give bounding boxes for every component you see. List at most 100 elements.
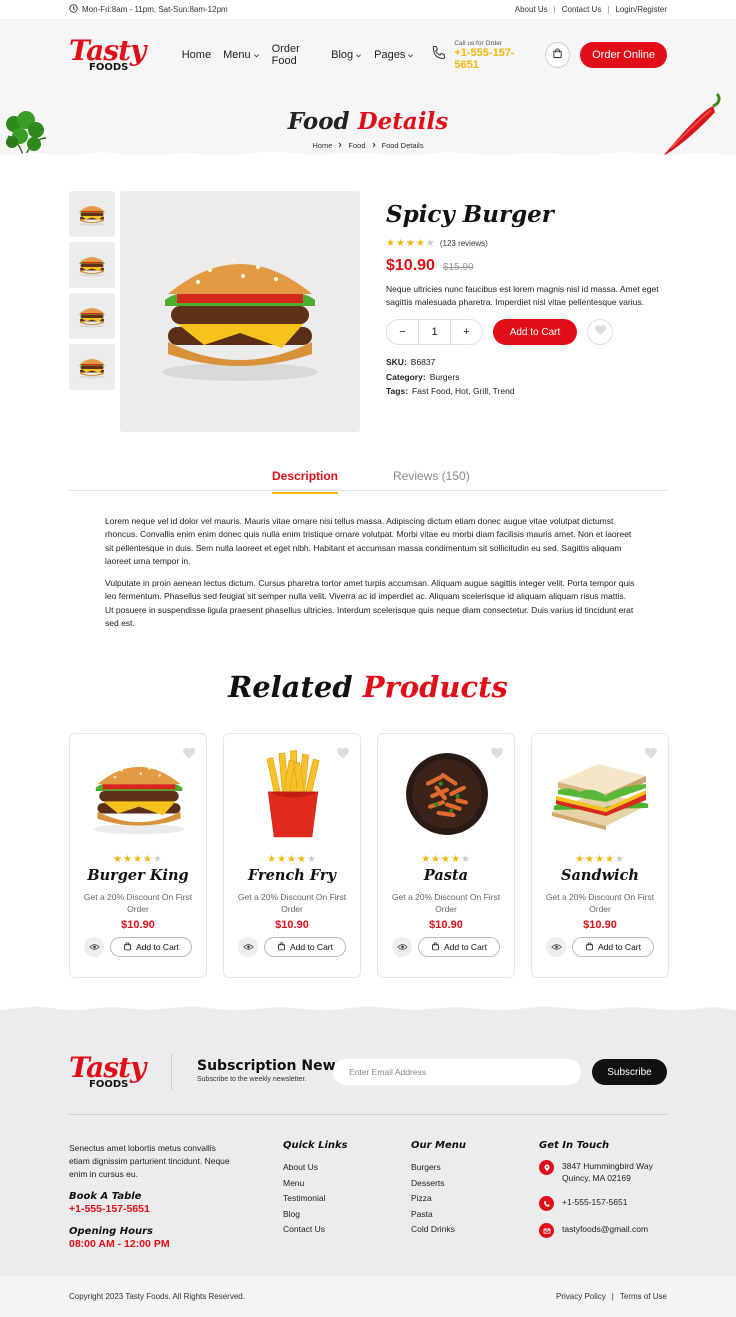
- quick-link-about[interactable]: About Us: [283, 1160, 348, 1176]
- quick-link-contact[interactable]: Contact Us: [283, 1222, 348, 1238]
- tab-reviews[interactable]: Reviews (150): [393, 469, 470, 483]
- card-add-to-cart-button[interactable]: Add to Cart: [264, 937, 346, 957]
- quick-view-button[interactable]: [238, 937, 258, 957]
- hero-banner: Tasty FOODS Home Menu Order Food Blog Pa…: [0, 20, 736, 161]
- breadcrumb-home[interactable]: Home: [312, 141, 332, 150]
- card-actions: Add to Cart: [392, 937, 500, 957]
- nav-home[interactable]: Home: [182, 43, 211, 67]
- clock-icon: [69, 4, 78, 15]
- divider: [171, 1054, 172, 1090]
- related-products-list: ★★★★★ Burger King Get a 20% Discount On …: [69, 733, 669, 978]
- shopping-bag-icon: [431, 941, 440, 953]
- nav-menu[interactable]: Menu: [223, 43, 260, 67]
- decrement-button[interactable]: −: [387, 320, 418, 344]
- product-card[interactable]: ★★★★★ Sandwich Get a 20% Discount On Fir…: [531, 733, 669, 978]
- category-value[interactable]: Burgers: [430, 372, 460, 382]
- review-count[interactable]: (123 reviews): [440, 239, 488, 248]
- nav-menu-label: Menu: [223, 49, 251, 61]
- cart-button[interactable]: [545, 42, 571, 68]
- card-add-to-cart-button[interactable]: Add to Cart: [572, 937, 654, 957]
- tags-value[interactable]: Fast Food, Hot, Grill, Trend: [412, 386, 515, 396]
- quick-links-title: Quick Links: [283, 1140, 348, 1151]
- add-to-cart-button[interactable]: Add to Cart: [493, 319, 577, 345]
- increment-button[interactable]: +: [451, 320, 482, 344]
- eye-icon: [396, 938, 408, 956]
- separator: |: [611, 1292, 614, 1301]
- login-register-link[interactable]: Login/Register: [615, 5, 667, 14]
- opening-hours: Mon-Fri:8am - 11pm, Sat-Sun:8am-12pm: [69, 4, 228, 15]
- product-price: $10.90 $15.90: [386, 257, 666, 275]
- quick-view-button[interactable]: [546, 937, 566, 957]
- logo-word-top: Tasty: [69, 34, 146, 67]
- product-thumbnail[interactable]: [69, 293, 115, 339]
- contact-phone[interactable]: +1-555-157-5651: [539, 1196, 669, 1211]
- brand-logo[interactable]: Tasty FOODS: [69, 37, 156, 73]
- pasta-image: [392, 746, 502, 842]
- add-to-cart-label: Add to Cart: [598, 942, 641, 952]
- order-online-button[interactable]: Order Online: [580, 42, 667, 68]
- shopping-bag-icon: [123, 941, 132, 953]
- footer-logo[interactable]: Tasty FOODS: [69, 1054, 159, 1090]
- menu-link-pasta[interactable]: Pasta: [411, 1207, 466, 1223]
- nav-blog[interactable]: Blog: [331, 43, 362, 67]
- product-thumbnail[interactable]: [69, 344, 115, 390]
- menu-link-burgers[interactable]: Burgers: [411, 1160, 466, 1176]
- email-input[interactable]: [333, 1059, 581, 1085]
- tab-description[interactable]: Description: [272, 469, 339, 494]
- call-number: +1-555-157-5651: [454, 46, 515, 71]
- menu-link-pizza[interactable]: Pizza: [411, 1191, 466, 1207]
- product-thumbnail[interactable]: [69, 242, 115, 288]
- card-add-to-cart-button[interactable]: Add to Cart: [110, 937, 192, 957]
- card-subtitle: Get a 20% Discount On First Order: [545, 892, 655, 914]
- star-rating-icon: ★★★★★: [386, 238, 436, 249]
- about-us-link[interactable]: About Us: [515, 5, 548, 14]
- product-meta: SKU: B6837 Category: Burgers Tags: Fast Foo…: [386, 355, 666, 399]
- quick-view-button[interactable]: [84, 937, 104, 957]
- book-table-number[interactable]: +1-555-157-5651: [69, 1203, 234, 1216]
- sku-value: B6837: [410, 357, 436, 367]
- product-card[interactable]: ★★★★★ Burger King Get a 20% Discount On …: [69, 733, 207, 978]
- product-rating: ★★★★★ (123 reviews): [386, 238, 666, 249]
- product-thumbnail[interactable]: [69, 191, 115, 237]
- product-detail: Spicy Burger ★★★★★ (123 reviews) $10.90 …: [69, 191, 667, 432]
- nav-order-food[interactable]: Order Food: [272, 43, 320, 67]
- top-links: About Us | Contact Us | Login/Register: [515, 5, 667, 14]
- product-card[interactable]: ★★★★★ French Fry Get a 20% Discount On F…: [223, 733, 361, 978]
- card-add-to-cart-button[interactable]: Add to Cart: [418, 937, 500, 957]
- opening-hours-title: Opening Hours: [69, 1226, 153, 1237]
- quick-link-menu[interactable]: Menu: [283, 1176, 348, 1192]
- eye-icon: [88, 938, 100, 956]
- quick-link-blog[interactable]: Blog: [283, 1207, 348, 1223]
- book-table-title: Book A Table: [69, 1191, 142, 1202]
- product-card[interactable]: ★★★★★ Pasta Get a 20% Discount On First …: [377, 733, 515, 978]
- main-nav: Home Menu Order Food Blog Pages: [182, 43, 415, 67]
- parsley-leaf-decoration: [4, 110, 50, 171]
- chevron-right-icon: [371, 141, 377, 150]
- quick-view-button[interactable]: [392, 937, 412, 957]
- quick-link-testimonial[interactable]: Testimonial: [283, 1191, 348, 1207]
- privacy-policy-link[interactable]: Privacy Policy: [556, 1292, 606, 1301]
- nav-pages[interactable]: Pages: [374, 43, 414, 67]
- quantity-value[interactable]: 1: [418, 320, 451, 344]
- contact-us-link[interactable]: Contact Us: [562, 5, 602, 14]
- french-fries-image: [238, 746, 348, 842]
- star-rating-icon: ★★★★★: [575, 854, 625, 865]
- call-to-order[interactable]: Call us for Order +1-555-157-5651: [430, 40, 535, 71]
- breadcrumb-food[interactable]: Food: [348, 141, 365, 150]
- current-price: $10.90: [386, 257, 435, 274]
- card-title: Pasta: [423, 867, 469, 884]
- menu-link-desserts[interactable]: Desserts: [411, 1176, 466, 1192]
- divider: [69, 1114, 667, 1115]
- burger-image: [84, 746, 194, 842]
- site-footer: Tasty FOODS Subscription News Subscribe …: [0, 1010, 736, 1317]
- contact-email[interactable]: tastyfoods@gmail.com: [539, 1223, 669, 1238]
- wishlist-button[interactable]: [587, 319, 613, 345]
- menu-link-cold-drinks[interactable]: Cold Drinks: [411, 1222, 466, 1238]
- terms-of-use-link[interactable]: Terms of Use: [620, 1292, 667, 1301]
- sku-row: SKU: B6837: [386, 355, 666, 370]
- footer-about: Senectus amet lobortis metus convallis e…: [69, 1142, 234, 1251]
- breadcrumb: Home Food Food Details: [0, 141, 736, 150]
- subscription-subtitle: Subscribe to the weekly newsletter.: [197, 1076, 307, 1083]
- subscribe-button[interactable]: Subscribe: [592, 1059, 667, 1085]
- card-subtitle: Get a 20% Discount On First Order: [391, 892, 501, 914]
